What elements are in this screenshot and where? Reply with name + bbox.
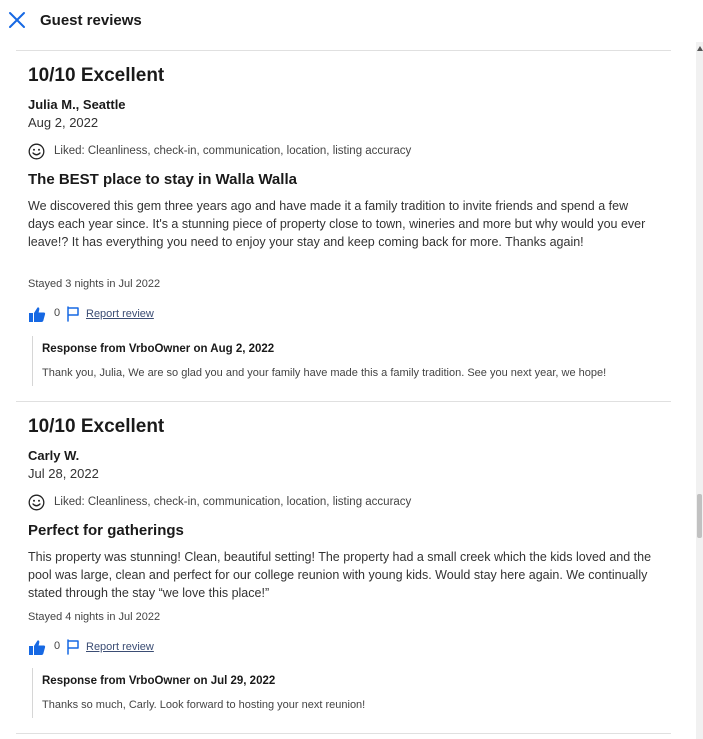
response-heading: Response from VrboOwner on Jul 29, 2022 <box>42 675 276 687</box>
review-title: The BEST place to stay in Walla Walla <box>28 171 297 188</box>
thumbs-up-icon[interactable] <box>28 639 46 656</box>
response-text: Thank you, Julia, We are so glad you and… <box>42 367 607 379</box>
smile-icon <box>28 494 45 511</box>
review-actions: 0 Report review <box>28 305 228 325</box>
close-icon <box>9 12 25 28</box>
review-rating: 10/10 Excellent <box>28 416 165 437</box>
review-author: Carly W. <box>28 448 80 463</box>
review-divider <box>16 733 671 734</box>
like-count: 0 <box>54 307 61 319</box>
response-text: Thanks so much, Carly. Look forward to h… <box>42 699 366 711</box>
review-divider <box>16 401 671 402</box>
scrollbar-thumb[interactable] <box>697 494 702 538</box>
review-rating: 10/10 Excellent <box>28 65 165 86</box>
review-actions: 0 Report review <box>28 638 228 658</box>
review-date: Jul 28, 2022 <box>28 466 99 481</box>
review-date: Aug 2, 2022 <box>28 115 99 130</box>
stay-info: Stayed 3 nights in Jul 2022 <box>28 278 161 290</box>
close-button[interactable] <box>6 9 28 31</box>
review-card: 10/10 Excellent Carly W. Jul 28, 2022 Li… <box>28 411 658 731</box>
review-body: This property was stunning! Clean, beaut… <box>28 550 652 600</box>
review-body: We discovered this gem three years ago a… <box>28 199 646 249</box>
report-review-link[interactable]: Report review <box>86 308 154 320</box>
flag-icon[interactable] <box>66 306 80 322</box>
smile-icon <box>28 143 45 160</box>
scrollbar[interactable] <box>696 42 703 739</box>
liked-text: Liked: Cleanliness, check-in, communicat… <box>54 496 412 508</box>
response-heading: Response from VrboOwner on Aug 2, 2022 <box>42 343 275 355</box>
review-card: 10/10 Excellent Julia M., Seattle Aug 2,… <box>28 60 658 390</box>
liked-text: Liked: Cleanliness, check-in, communicat… <box>54 145 412 157</box>
owner-response: Response from VrboOwner on Jul 29, 2022 … <box>32 668 632 718</box>
report-review-link[interactable]: Report review <box>86 641 154 653</box>
scroll-up-arrow-icon[interactable] <box>697 46 703 51</box>
flag-icon[interactable] <box>66 639 80 655</box>
thumbs-up-icon[interactable] <box>28 306 46 323</box>
header-divider <box>16 50 671 51</box>
dialog-title: Guest reviews <box>40 12 142 29</box>
owner-response: Response from VrboOwner on Aug 2, 2022 T… <box>32 336 632 386</box>
dialog-header: Guest reviews <box>0 0 703 42</box>
review-author: Julia M., Seattle <box>28 97 126 112</box>
stay-info: Stayed 4 nights in Jul 2022 <box>28 611 161 623</box>
like-count: 0 <box>54 640 61 652</box>
review-title: Perfect for gatherings <box>28 522 184 539</box>
